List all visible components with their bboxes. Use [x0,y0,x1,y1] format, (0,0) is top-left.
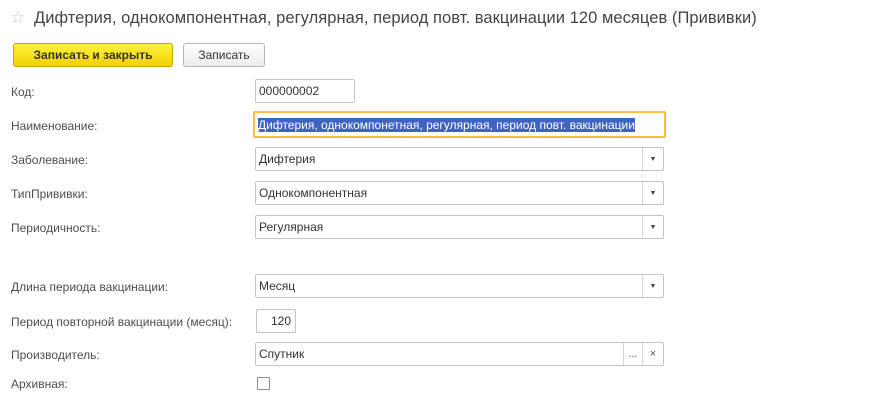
clear-icon[interactable]: × [642,343,663,365]
manufacturer-value: Спутник [259,347,305,361]
periodicity-value: Регулярная [259,220,324,234]
vaccine-type-select[interactable]: Однокомпонентная ▼ [255,181,664,205]
period-length-label: Длина периода вакцинации: [11,280,169,294]
period-length-value: Месяц [259,279,296,293]
repeat-period-label: Период повторной вакцинации (месяц): [11,315,233,329]
name-input[interactable]: Дифтерия, однокомпонетная, регулярная, п… [253,111,666,138]
save-button[interactable]: Записать [183,43,265,67]
disease-label: Заболевание: [11,153,89,167]
page-title: Дифтерия, однокомпонентная, регулярная, … [34,8,757,27]
manufacturer-field[interactable]: Спутник ... × [255,342,664,366]
save-and-close-button[interactable]: Записать и закрыть [13,43,173,67]
code-value: 000000002 [259,84,320,98]
manufacturer-label: Производитель: [11,348,100,362]
periodicity-select[interactable]: Регулярная ▼ [255,215,664,239]
repeat-period-value: 120 [270,314,291,328]
chevron-down-icon[interactable]: ▼ [642,148,663,170]
vaccine-type-label: ТипПрививки: [11,187,88,201]
code-field[interactable]: 000000002 [255,79,355,103]
star-icon[interactable]: ☆ [10,8,30,28]
title-bar: ☆ Дифтерия, однокомпонентная, регулярная… [10,8,757,28]
select-button[interactable]: ... [623,343,642,365]
vaccine-type-value: Однокомпонентная [259,186,368,200]
name-label: Наименование: [11,119,98,133]
periodicity-label: Периодичность: [11,221,101,235]
archived-label: Архивная: [11,377,68,391]
name-value: Дифтерия, однокомпонетная, регулярная, п… [258,117,635,132]
chevron-down-icon[interactable]: ▼ [642,216,663,238]
disease-value: Дифтерия [259,152,316,166]
repeat-period-input[interactable]: 120 [256,309,296,333]
disease-select[interactable]: Дифтерия ▼ [255,147,664,171]
period-length-select[interactable]: Месяц ▼ [255,274,664,298]
code-label: Код: [11,85,35,99]
chevron-down-icon[interactable]: ▼ [642,275,663,297]
archived-checkbox[interactable] [257,377,270,390]
chevron-down-icon[interactable]: ▼ [642,182,663,204]
